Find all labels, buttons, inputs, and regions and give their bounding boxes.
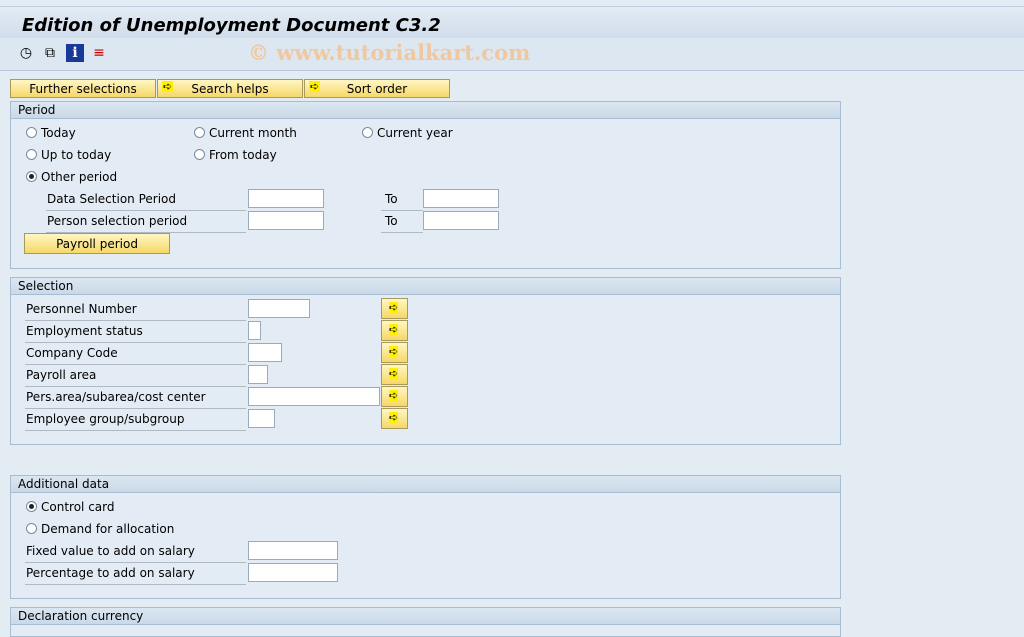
- payroll-area-multiselect-button[interactable]: ➪: [381, 364, 408, 385]
- pers-area-label: Pers.area/subarea/cost center: [25, 387, 246, 409]
- arrow-right-icon: ➪: [389, 323, 399, 336]
- person-selection-to-input[interactable]: [423, 211, 499, 230]
- arrow-right-icon: ➪: [389, 301, 399, 314]
- declaration-currency-group: Declaration currency: [10, 607, 841, 637]
- radio-control-card[interactable]: [26, 501, 37, 512]
- pers-area-input[interactable]: [248, 387, 380, 406]
- additional-data-header: Additional data: [11, 476, 840, 493]
- employment-status-label: Employment status: [25, 321, 246, 343]
- arrow-right-icon: ➪: [162, 80, 174, 93]
- further-selections-label: Further selections: [29, 82, 137, 96]
- info-icon[interactable]: i: [66, 44, 84, 62]
- payroll-period-button[interactable]: Payroll period: [24, 233, 170, 254]
- company-code-input[interactable]: [248, 343, 282, 362]
- sort-order-button[interactable]: ➪ Sort order: [304, 79, 450, 98]
- person-selection-period-label: Person selection period: [46, 211, 246, 233]
- percentage-label: Percentage to add on salary: [25, 563, 246, 585]
- selection-header: Selection: [11, 278, 840, 295]
- period-header: Period: [11, 102, 840, 119]
- employee-group-multiselect-button[interactable]: ➪: [381, 408, 408, 429]
- percentage-input[interactable]: [248, 563, 338, 582]
- search-helps-button[interactable]: ➪ Search helps: [157, 79, 303, 98]
- to-label: To: [381, 189, 423, 211]
- radio-demand-allocation-label: Demand for allocation: [41, 522, 175, 536]
- radio-up-to-today-label: Up to today: [41, 148, 112, 162]
- company-code-label: Company Code: [25, 343, 246, 365]
- radio-other-period[interactable]: [26, 171, 37, 182]
- fixed-value-label: Fixed value to add on salary: [25, 541, 246, 563]
- radio-other-period-label: Other period: [41, 170, 118, 184]
- to-label: To: [381, 211, 423, 233]
- execute-clock-icon[interactable]: ◷: [17, 44, 35, 62]
- payroll-area-input[interactable]: [248, 365, 268, 384]
- search-helps-label: Search helps: [191, 82, 269, 96]
- application-toolbar: ◷ ⧉ i ≡ © www.tutorialkart.com: [0, 38, 1024, 71]
- payroll-area-label: Payroll area: [25, 365, 246, 387]
- radio-current-year[interactable]: [362, 127, 373, 138]
- title-bar: Edition of Unemployment Document C3.2: [0, 6, 1024, 39]
- watermark: © www.tutorialkart.com: [248, 40, 531, 65]
- arrow-right-icon: ➪: [389, 345, 399, 358]
- radio-demand-allocation[interactable]: [26, 523, 37, 534]
- personnel-number-label: Personnel Number: [25, 299, 246, 321]
- employee-group-label: Employee group/subgroup: [25, 409, 246, 431]
- radio-today[interactable]: [26, 127, 37, 138]
- pers-area-multiselect-button[interactable]: ➪: [381, 386, 408, 407]
- radio-today-label: Today: [41, 126, 76, 140]
- employee-group-input[interactable]: [248, 409, 275, 428]
- radio-current-year-label: Current year: [377, 126, 453, 140]
- sort-order-label: Sort order: [346, 82, 408, 96]
- declaration-currency-header: Declaration currency: [11, 608, 840, 625]
- employment-status-input[interactable]: [248, 321, 261, 340]
- data-selection-to-input[interactable]: [423, 189, 499, 208]
- personnel-number-input[interactable]: [248, 299, 310, 318]
- radio-up-to-today[interactable]: [26, 149, 37, 160]
- fixed-value-input[interactable]: [248, 541, 338, 560]
- arrow-right-icon: ➪: [389, 367, 399, 380]
- company-code-multiselect-button[interactable]: ➪: [381, 342, 408, 363]
- data-selection-from-input[interactable]: [248, 189, 324, 208]
- data-selection-period-label: Data Selection Period: [46, 189, 246, 211]
- further-selections-button[interactable]: Further selections: [10, 79, 156, 98]
- radio-current-month-label: Current month: [209, 126, 297, 140]
- radio-control-card-label: Control card: [41, 500, 115, 514]
- radio-from-today[interactable]: [194, 149, 205, 160]
- radio-current-month[interactable]: [194, 127, 205, 138]
- arrow-right-icon: ➪: [389, 411, 399, 424]
- person-selection-from-input[interactable]: [248, 211, 324, 230]
- arrow-right-icon: ➪: [389, 389, 399, 402]
- arrow-right-icon: ➪: [309, 80, 321, 93]
- selection-options-icon[interactable]: ≡: [90, 44, 108, 62]
- personnel-number-multiselect-button[interactable]: ➪: [381, 298, 408, 319]
- employment-status-multiselect-button[interactable]: ➪: [381, 320, 408, 341]
- radio-from-today-label: From today: [209, 148, 277, 162]
- page-title: Edition of Unemployment Document C3.2: [22, 15, 441, 36]
- copy-icon[interactable]: ⧉: [41, 44, 59, 62]
